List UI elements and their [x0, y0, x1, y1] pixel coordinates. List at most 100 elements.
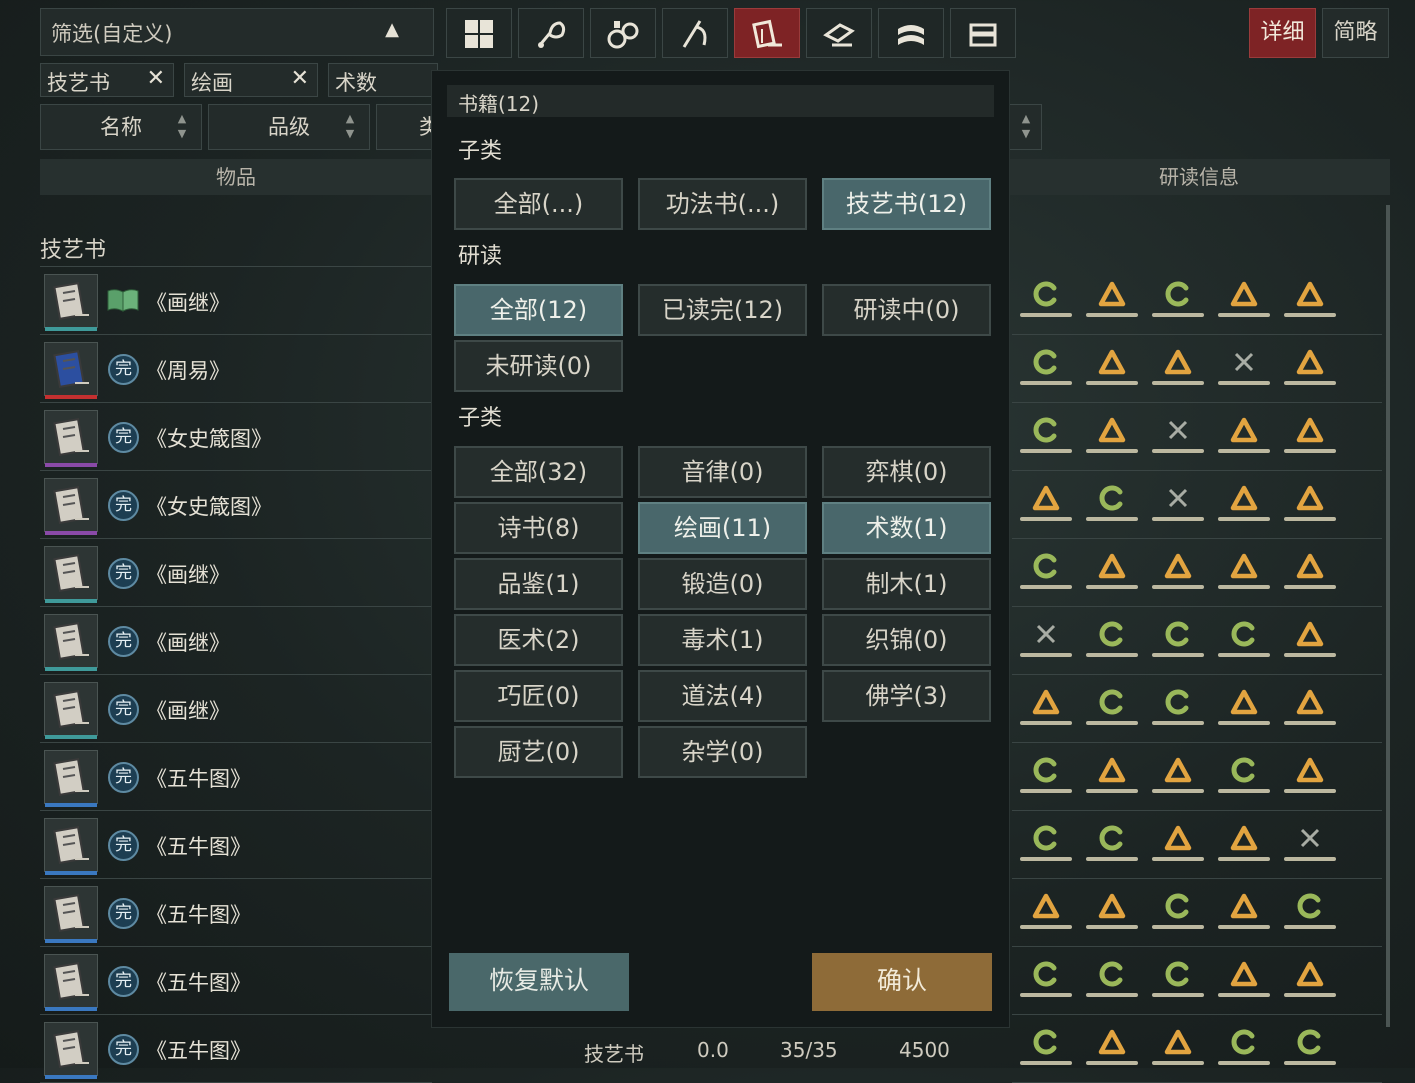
filter-option[interactable]: 全部(32)	[454, 446, 623, 498]
filter-option[interactable]: 全部(12)	[454, 284, 623, 336]
item-icon	[44, 546, 98, 603]
filter-option[interactable]: 技艺书(12)	[822, 178, 991, 230]
research-underline	[1020, 857, 1072, 861]
category-material-button[interactable]	[806, 8, 872, 58]
research-underline	[1020, 449, 1072, 453]
research-underline	[1020, 925, 1072, 929]
bottom-row-durability: 35/35	[780, 1038, 838, 1062]
cross-icon	[1168, 488, 1188, 508]
table-row[interactable]: 完《五牛图》	[40, 880, 432, 947]
finished-badge: 完	[108, 558, 139, 589]
simple-view-button[interactable]: 简略	[1322, 8, 1389, 58]
grade-bar	[45, 1007, 97, 1011]
detail-view-button[interactable]: 详细	[1249, 8, 1316, 58]
category-book-button[interactable]	[734, 8, 800, 58]
table-row[interactable]: 完《女史箴图》	[40, 404, 432, 471]
filter-option[interactable]: 已读完(12)	[638, 284, 807, 336]
table-row[interactable]: 完《画继》	[40, 540, 432, 607]
tag-chip[interactable]: 技艺书 ✕	[40, 63, 174, 97]
triangle-progress-icon	[1032, 893, 1060, 919]
filter-option[interactable]: 厨艺(0)	[454, 726, 623, 778]
filter-dropdown[interactable]: 筛选(自定义) ▲	[40, 8, 434, 56]
filter-option[interactable]: 锻造(0)	[638, 558, 807, 610]
arc-progress-icon	[1033, 281, 1057, 307]
finished-badge: 完	[108, 626, 139, 657]
filter-option[interactable]: 音律(0)	[638, 446, 807, 498]
research-underline	[1152, 993, 1204, 997]
section-title: 技艺书	[40, 238, 107, 263]
book-item-icon	[53, 1030, 89, 1068]
filter-option[interactable]: 弈棋(0)	[822, 446, 991, 498]
research-cell	[1216, 348, 1270, 388]
filter-option[interactable]: 研读中(0)	[822, 284, 991, 336]
table-row[interactable]: 完《周易》	[40, 336, 432, 403]
sort-grade-button[interactable]: 品级 ▲ ▼	[208, 104, 370, 150]
confirm-button[interactable]: 确认	[812, 953, 992, 1011]
table-row[interactable]: 完《五牛图》	[40, 1016, 432, 1083]
item-icon	[44, 818, 98, 875]
arc-progress-icon	[1033, 553, 1057, 579]
grade-bar	[45, 803, 97, 807]
filter-option[interactable]: 制木(1)	[822, 558, 991, 610]
triangle-progress-icon	[1032, 689, 1060, 715]
table-row[interactable]: 完《女史箴图》	[40, 472, 432, 539]
category-food-button[interactable]	[518, 8, 584, 58]
research-underline	[1284, 789, 1336, 793]
filter-option[interactable]: 毒术(1)	[638, 614, 807, 666]
research-underline	[1152, 381, 1204, 385]
filter-option[interactable]: 医术(2)	[454, 614, 623, 666]
filter-option[interactable]: 未研读(0)	[454, 340, 623, 392]
arc-progress-icon	[1099, 961, 1123, 987]
filter-option[interactable]: 术数(1)	[822, 502, 991, 554]
grade-bar	[45, 871, 97, 875]
arc-progress-icon	[1297, 1029, 1321, 1055]
filter-option[interactable]: 功法书(...)	[638, 178, 807, 230]
table-row[interactable]: 完《画继》	[40, 608, 432, 675]
filter-option[interactable]: 巧匠(0)	[454, 670, 623, 722]
arc-progress-icon	[1033, 961, 1057, 987]
sort-type-button[interactable]: 类	[376, 104, 440, 150]
food-icon	[538, 21, 566, 48]
filter-option[interactable]: 织锦(0)	[822, 614, 991, 666]
research-cell	[1282, 552, 1336, 592]
category-weapon-button[interactable]	[662, 8, 728, 58]
category-medicine-button[interactable]	[590, 8, 656, 58]
item-name: 《画继》	[146, 291, 230, 315]
filter-option[interactable]: 全部(...)	[454, 178, 623, 230]
table-row[interactable]: 完《画继》	[40, 676, 432, 743]
tag-chip[interactable]: 术数	[328, 63, 438, 97]
filter-option[interactable]: 道法(4)	[638, 670, 807, 722]
triangle-progress-icon	[1164, 825, 1192, 851]
filter-option[interactable]: 品鉴(1)	[454, 558, 623, 610]
table-row[interactable]: 完《五牛图》	[40, 948, 432, 1015]
table-row[interactable]: 《画继》	[40, 268, 432, 335]
remove-tag-icon[interactable]: ✕	[147, 66, 165, 91]
filter-option[interactable]: 佛学(3)	[822, 670, 991, 722]
tag-chip[interactable]: 绘画 ✕	[184, 63, 318, 97]
finished-badge: 完	[108, 966, 139, 997]
category-cloth-button[interactable]	[878, 8, 944, 58]
research-cell	[1282, 416, 1336, 456]
filter-option[interactable]: 杂学(0)	[638, 726, 807, 778]
research-underline	[1086, 653, 1138, 657]
table-row[interactable]: 完《五牛图》	[40, 812, 432, 879]
finished-badge: 完	[108, 1034, 139, 1065]
triangle-progress-icon	[1230, 417, 1258, 443]
table-row[interactable]: 完《五牛图》	[40, 744, 432, 811]
research-cell	[1282, 824, 1336, 864]
filter-option[interactable]: 绘画(11)	[638, 502, 807, 554]
remove-tag-icon[interactable]: ✕	[291, 66, 309, 91]
scrollbar[interactable]	[1386, 205, 1390, 1027]
category-all-button[interactable]	[446, 8, 512, 58]
research-cell	[1018, 620, 1072, 660]
research-underline	[1020, 653, 1072, 657]
filter-option[interactable]: 诗书(8)	[454, 502, 623, 554]
arc-progress-icon	[1033, 825, 1057, 851]
popup-section-subcategory: 子类	[458, 139, 503, 164]
research-underline	[1284, 721, 1336, 725]
triangle-progress-icon	[1098, 349, 1126, 375]
category-chest-button[interactable]	[950, 8, 1016, 58]
sort-name-button[interactable]: 名称 ▲ ▼	[40, 104, 202, 150]
reset-default-button[interactable]: 恢复默认	[449, 953, 629, 1011]
sort-research-button[interactable]: ▲ ▼	[1008, 104, 1042, 150]
